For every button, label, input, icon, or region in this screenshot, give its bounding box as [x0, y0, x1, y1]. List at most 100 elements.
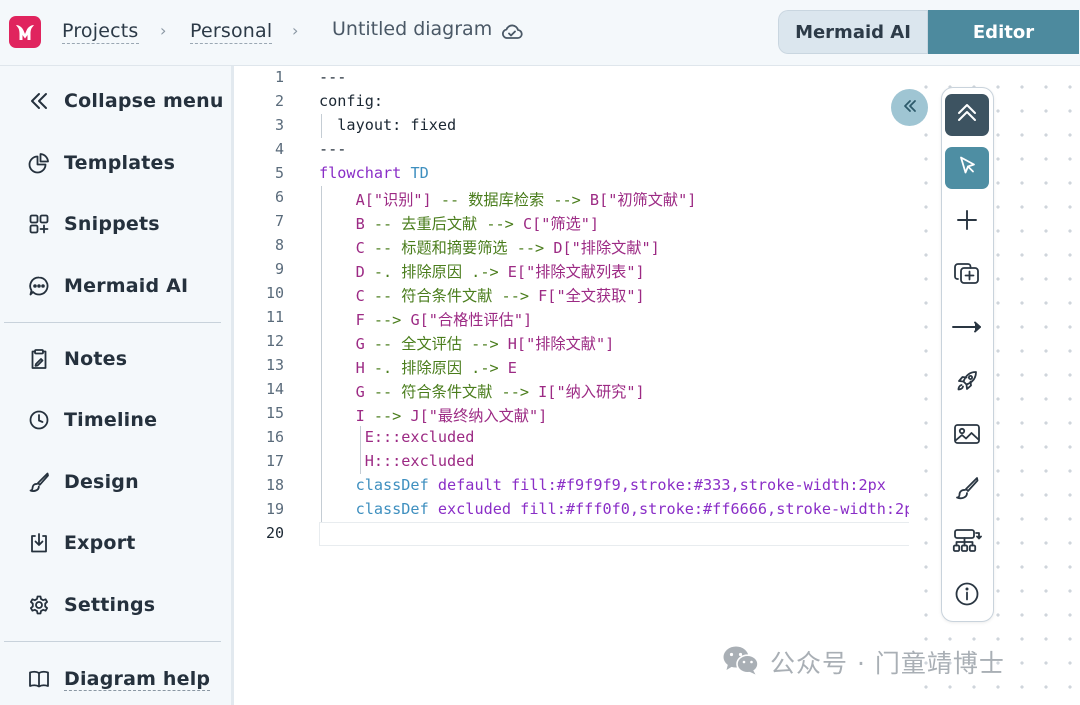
code-token: --> — [364, 407, 402, 425]
line-number: 2 — [274, 92, 284, 110]
code-line[interactable]: G -- 全文评估 --> H["排除文献"] — [319, 332, 615, 354]
sidebar-item-timeline[interactable]: Timeline — [26, 404, 157, 436]
code-line[interactable]: C -- 标题和摘要筛选 --> D["排除文献"] — [319, 236, 660, 258]
code-token: --> — [364, 311, 402, 329]
mode-toggle: Mermaid AI Editor — [778, 10, 1079, 54]
arrow-right-icon — [951, 317, 983, 341]
sidebar-item-label: Settings — [64, 594, 156, 616]
line-number: 5 — [274, 164, 284, 182]
code-line[interactable]: I --> J["最终纳入文献"] — [319, 404, 548, 426]
code-line[interactable]: A["识别"] -- 数据库检索 --> B["初筛文献"] — [319, 188, 697, 210]
sidebar-item-diagram-help[interactable]: Diagram help — [26, 663, 211, 695]
code-token: ["筛选"] — [532, 215, 600, 233]
chevrons-left-icon — [26, 88, 52, 114]
code-token: ["纳入研究"] — [547, 383, 645, 401]
line-number: 17 — [265, 452, 284, 470]
code-token: C — [319, 287, 365, 305]
code-line[interactable]: layout: fixed — [319, 116, 456, 134]
double-chevron-up-icon — [954, 100, 980, 130]
mermaid-logo-icon[interactable] — [9, 16, 41, 48]
add-shape-icon — [953, 261, 981, 291]
chevrons-left-icon — [901, 97, 919, 119]
breadcrumb-chevron-icon: › — [292, 21, 299, 40]
canvas-toolbar — [941, 87, 994, 622]
sidebar-item-collapse-menu[interactable]: Collapse menu — [26, 85, 224, 117]
code-line[interactable]: --- — [319, 68, 346, 86]
collapse-editor-button[interactable] — [891, 89, 928, 126]
breadcrumb-projects[interactable]: Projects — [62, 20, 139, 44]
code-line[interactable]: classDef excluded fill:#fff0f0,stroke:#f… — [319, 500, 909, 518]
sidebar-item-label: Design — [64, 471, 139, 493]
mermaid-ai-mode-button[interactable]: Mermaid AI — [778, 10, 928, 54]
sidebar-item-notes[interactable]: Notes — [26, 343, 127, 375]
layout-button[interactable] — [945, 522, 989, 564]
layout-icon — [952, 528, 982, 558]
code-token: E — [498, 263, 517, 281]
info-button[interactable] — [945, 575, 989, 617]
sidebar-item-settings[interactable]: Settings — [26, 589, 155, 621]
sidebar: Collapse menu Templates Snippets Mermaid… — [0, 66, 234, 705]
top-bar: Projects › Personal › Untitled diagram M… — [0, 0, 1080, 66]
line-number: 8 — [274, 236, 284, 254]
style-brush-button[interactable] — [945, 469, 989, 511]
line-number: 7 — [274, 212, 284, 230]
sidebar-item-snippets[interactable]: Snippets — [26, 208, 160, 240]
code-line[interactable]: E:::excluded — [319, 428, 475, 446]
code-line[interactable]: --- — [319, 140, 346, 158]
code-token: D — [319, 263, 365, 281]
code-token: ["全文获取"] — [547, 287, 645, 305]
code-token: layout: fixed — [319, 116, 457, 134]
code-line[interactable]: F --> G["合格性评估"] — [319, 308, 533, 330]
document-title[interactable]: Untitled diagram — [332, 18, 492, 40]
code-token: B — [580, 191, 600, 209]
code-token: excluded fill:#fff0f0,stroke:#ff6666,str… — [428, 500, 909, 518]
code-line[interactable]: C -- 符合条件文献 --> F["全文获取"] — [319, 284, 645, 306]
code-token: -- 数据库检索 --> — [431, 191, 581, 209]
insert-image-button[interactable] — [945, 415, 989, 457]
code-line[interactable]: H:::excluded — [319, 452, 475, 470]
code-token: flowchart — [319, 164, 402, 182]
watermark-text: 公众号 · 门童靖博士 — [770, 649, 1005, 678]
code-token: H — [319, 359, 365, 377]
code-line[interactable]: flowchart TD — [319, 164, 429, 182]
diagram-canvas[interactable] — [909, 66, 1080, 705]
add-shape-button[interactable] — [945, 255, 989, 297]
code-token: TD — [401, 164, 429, 182]
code-token: F — [529, 287, 548, 305]
add-node-button[interactable] — [945, 201, 989, 243]
code-line[interactable]: H -. 排除原因 .-> E — [319, 356, 517, 378]
launch-button[interactable] — [945, 362, 989, 404]
sidebar-item-label: Templates — [64, 152, 176, 174]
code-line[interactable]: G -- 符合条件文献 --> I["纳入研究"] — [319, 380, 645, 402]
code-line[interactable]: classDef default fill:#f9f9f9,stroke:#33… — [319, 476, 886, 494]
collapse-toolbar-button[interactable] — [945, 94, 989, 136]
sidebar-item-mermaid-ai[interactable]: Mermaid AI — [26, 270, 188, 302]
code-token: B — [319, 215, 365, 233]
snippets-icon — [26, 211, 52, 237]
code-editor[interactable]: 1 --- 2 config: 3 layout: fixed 4 --- 5 flowchar… — [236, 66, 909, 705]
code-line[interactable]: config: — [319, 92, 383, 110]
code-line[interactable]: D -. 排除原因 .-> E["排除文献列表"] — [319, 260, 645, 282]
watermark: 公众号 · 门童靖博士 — [722, 645, 1005, 679]
sidebar-item-design[interactable]: Design — [26, 466, 139, 498]
code-token: classDef — [319, 476, 429, 494]
code-token: default fill:#f9f9f9,stroke:#333,stroke-… — [428, 476, 886, 494]
select-tool-button[interactable] — [945, 147, 989, 189]
line-number: 16 — [265, 428, 284, 446]
breadcrumb-personal[interactable]: Personal — [190, 20, 273, 44]
sidebar-item-templates[interactable]: Templates — [26, 147, 175, 179]
code-token: -- 标题和摘要筛选 --> — [364, 239, 545, 257]
line-number: 10 — [265, 284, 284, 302]
editor-mode-button[interactable]: Editor — [928, 10, 1079, 54]
line-number: 12 — [265, 332, 284, 350]
sidebar-item-export[interactable]: Export — [26, 527, 136, 559]
add-edge-button[interactable] — [945, 308, 989, 350]
line-number: 6 — [274, 188, 284, 206]
code-line[interactable]: B -- 去重后文献 --> C["筛选"] — [319, 212, 600, 234]
sidebar-item-label: Export — [64, 532, 136, 554]
code-token: E:::excluded — [319, 428, 475, 446]
code-token: C — [513, 215, 533, 233]
rocket-icon — [954, 368, 980, 398]
code-token: H — [498, 335, 517, 353]
sidebar-item-label: Diagram help — [64, 667, 211, 691]
